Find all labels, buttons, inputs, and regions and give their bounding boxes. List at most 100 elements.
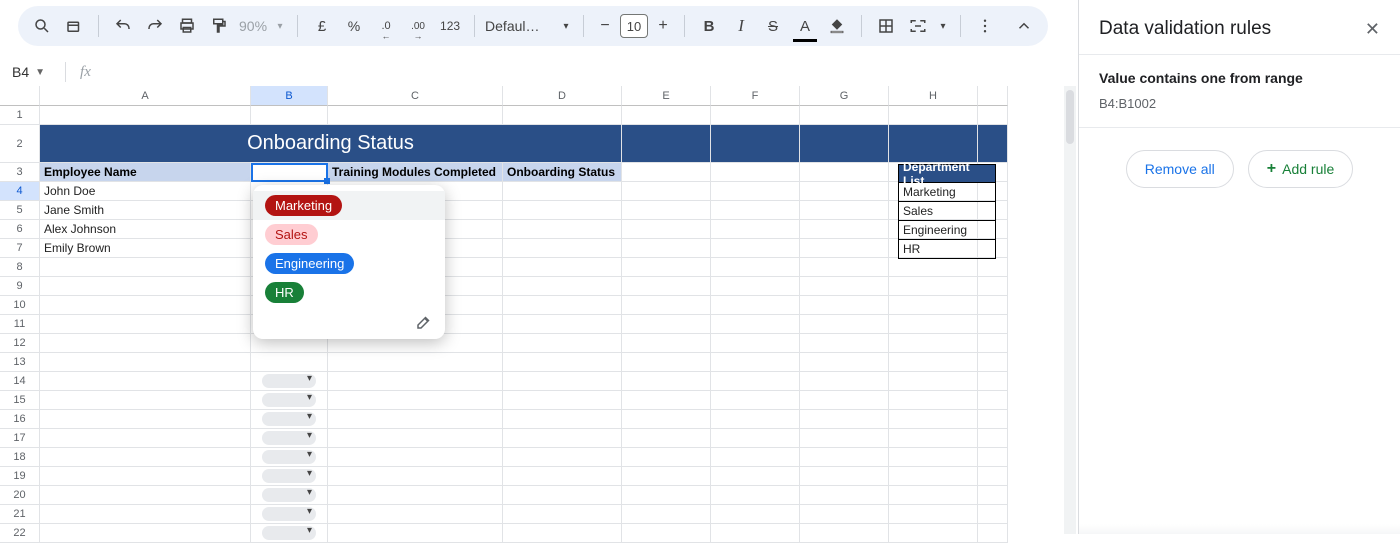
cell-G5[interactable] bbox=[800, 201, 889, 220]
cell-F2[interactable] bbox=[711, 125, 800, 163]
cell-F15[interactable] bbox=[711, 391, 800, 410]
cell-B13[interactable] bbox=[251, 353, 328, 372]
cell-C18[interactable] bbox=[328, 448, 503, 467]
cell-H13[interactable] bbox=[889, 353, 978, 372]
cell-C13[interactable] bbox=[328, 353, 503, 372]
cell-E19[interactable] bbox=[622, 467, 711, 486]
row-header-10[interactable]: 10 bbox=[0, 296, 40, 315]
row-header-5[interactable]: 5 bbox=[0, 201, 40, 220]
cell-I14[interactable] bbox=[978, 372, 1008, 391]
cell-G12[interactable] bbox=[800, 334, 889, 353]
cell-G21[interactable] bbox=[800, 505, 889, 524]
cell-E5[interactable] bbox=[622, 201, 711, 220]
cell-E21[interactable] bbox=[622, 505, 711, 524]
borders-button[interactable] bbox=[872, 12, 900, 40]
cell-G17[interactable] bbox=[800, 429, 889, 448]
dropdown-option-sales[interactable]: Sales bbox=[253, 220, 445, 249]
cell-A10[interactable] bbox=[40, 296, 251, 315]
add-rule-button[interactable]: + Add rule bbox=[1248, 150, 1354, 188]
cell-E20[interactable] bbox=[622, 486, 711, 505]
italic-button[interactable]: I bbox=[727, 12, 755, 40]
cell-F13[interactable] bbox=[711, 353, 800, 372]
cell-G20[interactable] bbox=[800, 486, 889, 505]
dept-list-item[interactable]: Engineering bbox=[898, 221, 996, 240]
row-header-8[interactable]: 8 bbox=[0, 258, 40, 277]
cell-G8[interactable] bbox=[800, 258, 889, 277]
bold-button[interactable]: B bbox=[695, 12, 723, 40]
select-all-corner[interactable] bbox=[0, 86, 40, 106]
cell-E16[interactable] bbox=[622, 410, 711, 429]
column-header-D[interactable]: D bbox=[503, 86, 622, 106]
increase-decimal-button[interactable]: .00→ bbox=[404, 12, 432, 40]
cell-B16[interactable] bbox=[251, 410, 328, 429]
cell-E14[interactable] bbox=[622, 372, 711, 391]
zoom-level[interactable]: 90% bbox=[239, 18, 267, 34]
cell-E12[interactable] bbox=[622, 334, 711, 353]
cell-F6[interactable] bbox=[711, 220, 800, 239]
cell-D18[interactable] bbox=[503, 448, 622, 467]
cell-F9[interactable] bbox=[711, 277, 800, 296]
cell-F18[interactable] bbox=[711, 448, 800, 467]
more-formats-button[interactable]: 123 bbox=[436, 12, 464, 40]
cell-F19[interactable] bbox=[711, 467, 800, 486]
font-dropdown-icon[interactable]: ▾ bbox=[559, 12, 573, 40]
cell-F8[interactable] bbox=[711, 258, 800, 277]
cell-B15[interactable] bbox=[251, 391, 328, 410]
row-header-20[interactable]: 20 bbox=[0, 486, 40, 505]
cell-H16[interactable] bbox=[889, 410, 978, 429]
cell-D4[interactable] bbox=[503, 182, 622, 201]
cell-B19[interactable] bbox=[251, 467, 328, 486]
dropdown-option-marketing[interactable]: Marketing bbox=[253, 191, 445, 220]
cell-E15[interactable] bbox=[622, 391, 711, 410]
close-icon[interactable]: ✕ bbox=[1365, 19, 1380, 40]
percent-format-button[interactable]: % bbox=[340, 12, 368, 40]
dropdown-edit-button[interactable] bbox=[253, 307, 445, 335]
cell-F11[interactable] bbox=[711, 315, 800, 334]
row-header-4[interactable]: 4 bbox=[0, 182, 40, 201]
undo-history-icon[interactable] bbox=[60, 12, 88, 40]
cell-D19[interactable] bbox=[503, 467, 622, 486]
cell-F10[interactable] bbox=[711, 296, 800, 315]
cell-D7[interactable] bbox=[503, 239, 622, 258]
row-header-7[interactable]: 7 bbox=[0, 239, 40, 258]
cell-H2[interactable] bbox=[889, 125, 978, 163]
cell-H1[interactable] bbox=[889, 106, 978, 125]
cell-I19[interactable] bbox=[978, 467, 1008, 486]
paint-format-icon[interactable] bbox=[205, 12, 233, 40]
header-cell-C[interactable]: Training Modules Completed bbox=[328, 163, 503, 182]
cell-I1[interactable] bbox=[978, 106, 1008, 125]
cell-E2[interactable] bbox=[622, 125, 711, 163]
cell-G10[interactable] bbox=[800, 296, 889, 315]
cell-H9[interactable] bbox=[889, 277, 978, 296]
cell-I15[interactable] bbox=[978, 391, 1008, 410]
cell-F12[interactable] bbox=[711, 334, 800, 353]
row-header-21[interactable]: 21 bbox=[0, 505, 40, 524]
zoom-dropdown-icon[interactable]: ▾ bbox=[273, 12, 287, 40]
grid-cells[interactable]: Onboarding StatusEmployee NameDepartment… bbox=[40, 106, 1008, 543]
column-header-B[interactable]: B bbox=[251, 86, 328, 106]
cell-A16[interactable] bbox=[40, 410, 251, 429]
redo-icon[interactable] bbox=[141, 12, 169, 40]
cell-I13[interactable] bbox=[978, 353, 1008, 372]
cell-I17[interactable] bbox=[978, 429, 1008, 448]
column-header-partial[interactable] bbox=[978, 86, 1008, 106]
dept-list-item[interactable]: HR bbox=[898, 240, 996, 259]
row-header-2[interactable]: 2 bbox=[0, 125, 40, 163]
font-size-increase[interactable]: + bbox=[652, 17, 674, 35]
cell-I8[interactable] bbox=[978, 258, 1008, 277]
cell-G7[interactable] bbox=[800, 239, 889, 258]
cell-B20[interactable] bbox=[251, 486, 328, 505]
cell-F1[interactable] bbox=[711, 106, 800, 125]
cell-H17[interactable] bbox=[889, 429, 978, 448]
name-box[interactable]: B4 ▼ bbox=[6, 62, 51, 82]
cell-F3[interactable] bbox=[711, 163, 800, 182]
cell-E7[interactable] bbox=[622, 239, 711, 258]
dropdown-option-engineering[interactable]: Engineering bbox=[253, 249, 445, 278]
cell-I21[interactable] bbox=[978, 505, 1008, 524]
row-header-18[interactable]: 18 bbox=[0, 448, 40, 467]
cell-I16[interactable] bbox=[978, 410, 1008, 429]
cell-H19[interactable] bbox=[889, 467, 978, 486]
cell-D20[interactable] bbox=[503, 486, 622, 505]
name-box-dropdown-icon[interactable]: ▼ bbox=[35, 67, 45, 78]
cell-G9[interactable] bbox=[800, 277, 889, 296]
